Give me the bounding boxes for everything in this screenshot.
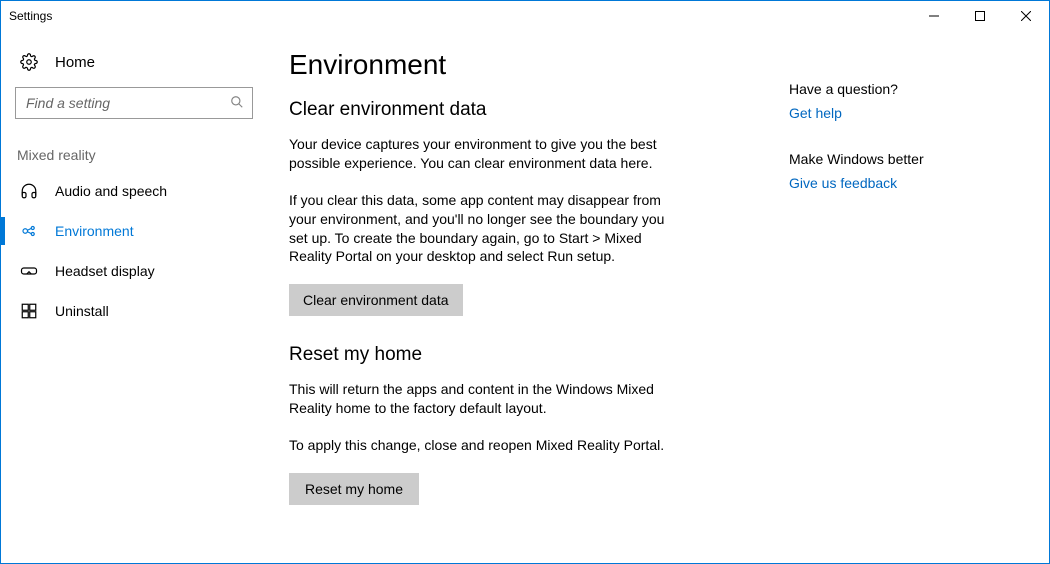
- headphones-icon: [19, 182, 39, 200]
- sidebar: Home Mixed reality Audio and speech: [1, 31, 271, 563]
- sidebar-item-label: Audio and speech: [55, 183, 167, 199]
- reset-my-home-button[interactable]: Reset my home: [289, 473, 419, 505]
- window-controls: [911, 1, 1049, 31]
- search-box[interactable]: [15, 87, 253, 119]
- gear-icon: [19, 53, 39, 71]
- minimize-button[interactable]: [911, 1, 957, 31]
- section-title-reset-home: Reset my home: [289, 344, 789, 366]
- sidebar-item-uninstall[interactable]: Uninstall: [1, 291, 271, 331]
- section2-para2: To apply this change, close and reopen M…: [289, 436, 669, 455]
- give-feedback-link[interactable]: Give us feedback: [789, 175, 1009, 191]
- search-input[interactable]: [24, 94, 230, 112]
- search-wrap: [1, 81, 271, 133]
- sidebar-item-label: Headset display: [55, 263, 155, 279]
- section1-para1: Your device captures your environment to…: [289, 135, 669, 173]
- page-title: Environment: [289, 49, 789, 81]
- window-title: Settings: [9, 9, 52, 23]
- environment-icon: [19, 222, 39, 240]
- sidebar-item-audio-speech[interactable]: Audio and speech: [1, 171, 271, 211]
- headset-icon: [19, 262, 39, 280]
- sidebar-item-environment[interactable]: Environment: [1, 211, 271, 251]
- section1-para2: If you clear this data, some app content…: [289, 191, 669, 267]
- sidebar-section-header: Mixed reality: [1, 133, 271, 171]
- section2-para1: This will return the apps and content in…: [289, 380, 669, 418]
- titlebar: Settings: [1, 1, 1049, 31]
- sidebar-item-headset-display[interactable]: Headset display: [1, 251, 271, 291]
- body: Home Mixed reality Audio and speech: [1, 31, 1049, 563]
- search-icon: [230, 95, 244, 112]
- close-button[interactable]: [1003, 1, 1049, 31]
- section-title-clear-env: Clear environment data: [289, 99, 789, 121]
- content-column: Environment Clear environment data Your …: [289, 49, 789, 543]
- main-content: Environment Clear environment data Your …: [271, 31, 1049, 563]
- question-label: Have a question?: [789, 81, 1009, 97]
- sidebar-item-label: Uninstall: [55, 303, 109, 319]
- home-button[interactable]: Home: [1, 43, 271, 81]
- home-label: Home: [55, 54, 95, 71]
- maximize-icon: [975, 11, 985, 21]
- maximize-button[interactable]: [957, 1, 1003, 31]
- get-help-link[interactable]: Get help: [789, 105, 1009, 121]
- sidebar-item-label: Environment: [55, 223, 134, 239]
- make-windows-better-label: Make Windows better: [789, 151, 1009, 167]
- minimize-icon: [929, 11, 939, 21]
- close-icon: [1021, 11, 1031, 21]
- settings-window: Settings Home: [0, 0, 1050, 564]
- aside-column: Have a question? Get help Make Windows b…: [789, 49, 1009, 543]
- uninstall-icon: [19, 302, 39, 320]
- section-gap: [289, 316, 789, 344]
- clear-environment-data-button[interactable]: Clear environment data: [289, 284, 463, 316]
